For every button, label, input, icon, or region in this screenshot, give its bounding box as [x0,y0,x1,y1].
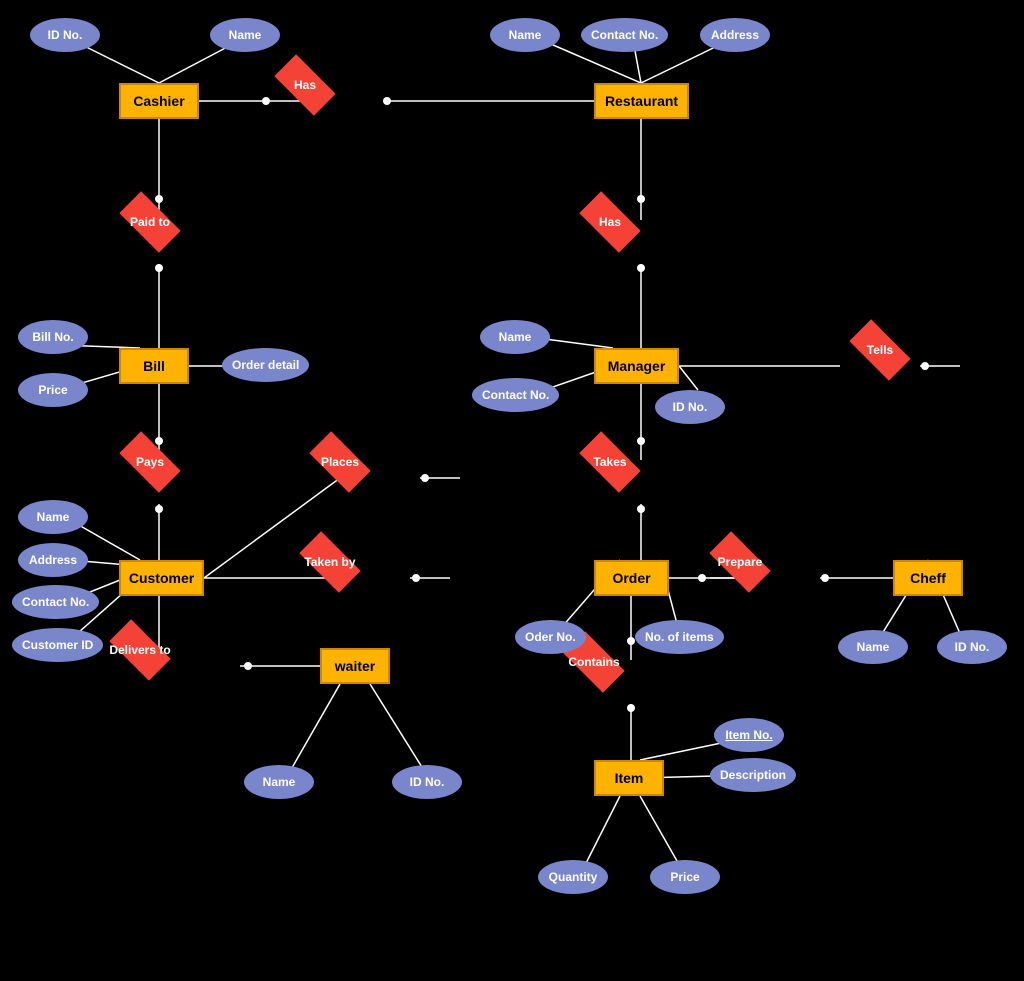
relationship-has2: Has [570,200,650,244]
dot-contains-bottom [627,704,635,712]
dot-paidto-top [155,195,163,203]
dot-pays-top [155,437,163,445]
entity-manager: Manager [594,348,679,384]
entity-bill: Bill [119,348,189,384]
relationship-places: Places [300,440,380,484]
entity-customer: Customer [119,560,204,596]
attribute-id-cashier: ID No. [30,18,100,52]
dot-takes-top [637,437,645,445]
relationship-prepare: Prepare [700,540,780,584]
attribute-address-customer: Address [18,543,88,577]
dot-has1-restaurant [383,97,391,105]
dot-tells-right [921,362,929,370]
attribute-price-bill: Price [18,373,88,407]
dot-has2-top [637,195,645,203]
attribute-price-item: Price [650,860,720,894]
relationship-pays: Pays [110,440,190,484]
dot-contains-top [627,637,635,645]
attribute-id-cheff: ID No. [937,630,1007,664]
entity-item: Item [594,760,664,796]
attribute-itemno: Item No. [714,718,784,752]
attribute-orderdetail: Order detail [222,348,309,382]
relationship-tells: Tells [840,328,920,372]
attribute-contact-restaurant: Contact No. [581,18,668,52]
attribute-name-waiter: Name [244,765,314,799]
attribute-contact-customer: Contact No. [12,585,99,619]
dot-prepare-right [821,574,829,582]
dot-pays-bottom [155,505,163,513]
er-diagram: Cashier Restaurant Bill Manager Customer… [0,0,1024,981]
entity-waiter: waiter [320,648,390,684]
attribute-name-customer: Name [18,500,88,534]
dot-paidto-bottom [155,264,163,272]
attribute-name-manager: Name [480,320,550,354]
attribute-name-cheff: Name [838,630,908,664]
attribute-customerid: Customer ID [12,628,103,662]
entity-restaurant: Restaurant [594,83,689,119]
attribute-address-restaurant: Address [700,18,770,52]
relationship-takes: Takes [570,440,650,484]
dot-has1-cashier [262,97,270,105]
entity-cashier: Cashier [119,83,199,119]
relationship-has1: Has [265,63,345,107]
dot-has2-bottom [637,264,645,272]
dot-deliversto-right [244,662,252,670]
connection-lines [0,0,1024,981]
dot-places-right [421,474,429,482]
relationship-takenby: Taken by [290,540,370,584]
entity-cheff: Cheff [893,560,963,596]
attribute-id-waiter: ID No. [392,765,462,799]
relationship-deliversto: Delivers to [100,628,180,672]
attribute-orderno: Oder No. [515,620,586,654]
attribute-name-restaurant: Name [490,18,560,52]
relationship-paidto: Paid to [110,200,190,244]
dot-prepare-left [698,574,706,582]
attribute-billno: Bill No. [18,320,88,354]
attribute-numitems: No. of items [635,620,724,654]
attribute-id-manager: ID No. [655,390,725,424]
attribute-quantity: Quantity [538,860,608,894]
attribute-description: Description [710,758,796,792]
entity-order: Order [594,560,669,596]
dot-takenby-right [412,574,420,582]
attribute-name-cashier: Name [210,18,280,52]
dot-takes-bottom [637,505,645,513]
attribute-contact-manager: Contact No. [472,378,559,412]
